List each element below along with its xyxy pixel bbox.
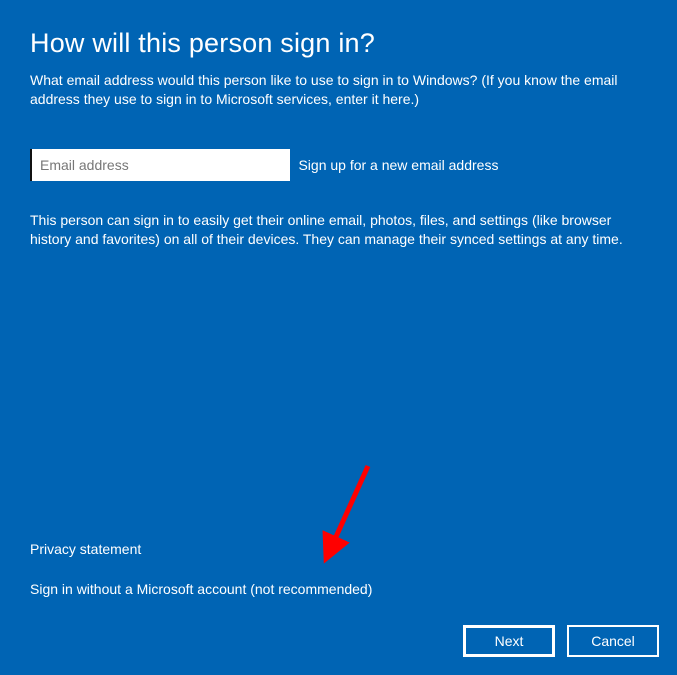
email-field[interactable] [32,149,290,181]
sign-in-without-microsoft-link[interactable]: Sign in without a Microsoft account (not… [30,581,372,597]
benefit-text: This person can sign in to easily get th… [30,211,641,250]
signup-new-email-link[interactable]: Sign up for a new email address [298,157,498,173]
page-title: How will this person sign in? [30,28,641,59]
next-button[interactable]: Next [463,625,555,657]
intro-text: What email address would this person lik… [30,71,641,109]
button-row: Next Cancel [463,625,659,657]
cancel-button[interactable]: Cancel [567,625,659,657]
email-input-wrap [30,149,290,181]
privacy-statement-link[interactable]: Privacy statement [30,541,372,557]
